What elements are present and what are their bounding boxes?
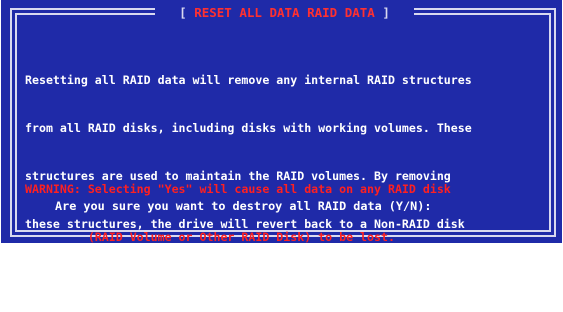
- warning-line: WARNING: Selecting "Yes" will cause all …: [25, 182, 451, 196]
- confirm-prompt[interactable]: Are you sure you want to destroy all RAI…: [55, 198, 431, 214]
- dialog-title-bar: [ RESET ALL DATA RAID DATA ]: [155, 5, 414, 20]
- description-line: from all RAID disks, including disks wit…: [25, 121, 472, 135]
- dialog-title: RESET ALL DATA RAID DATA: [194, 5, 375, 20]
- warning-line: (RAID Volume or Other RAID Disk) to be l…: [25, 230, 395, 244]
- description-line: Resetting all RAID data will remove any …: [25, 73, 472, 87]
- title-close-bracket: ]: [382, 5, 390, 20]
- reset-raid-dialog: [ RESET ALL DATA RAID DATA ] Resetting a…: [1, 0, 562, 279]
- title-open-bracket: [: [179, 5, 187, 20]
